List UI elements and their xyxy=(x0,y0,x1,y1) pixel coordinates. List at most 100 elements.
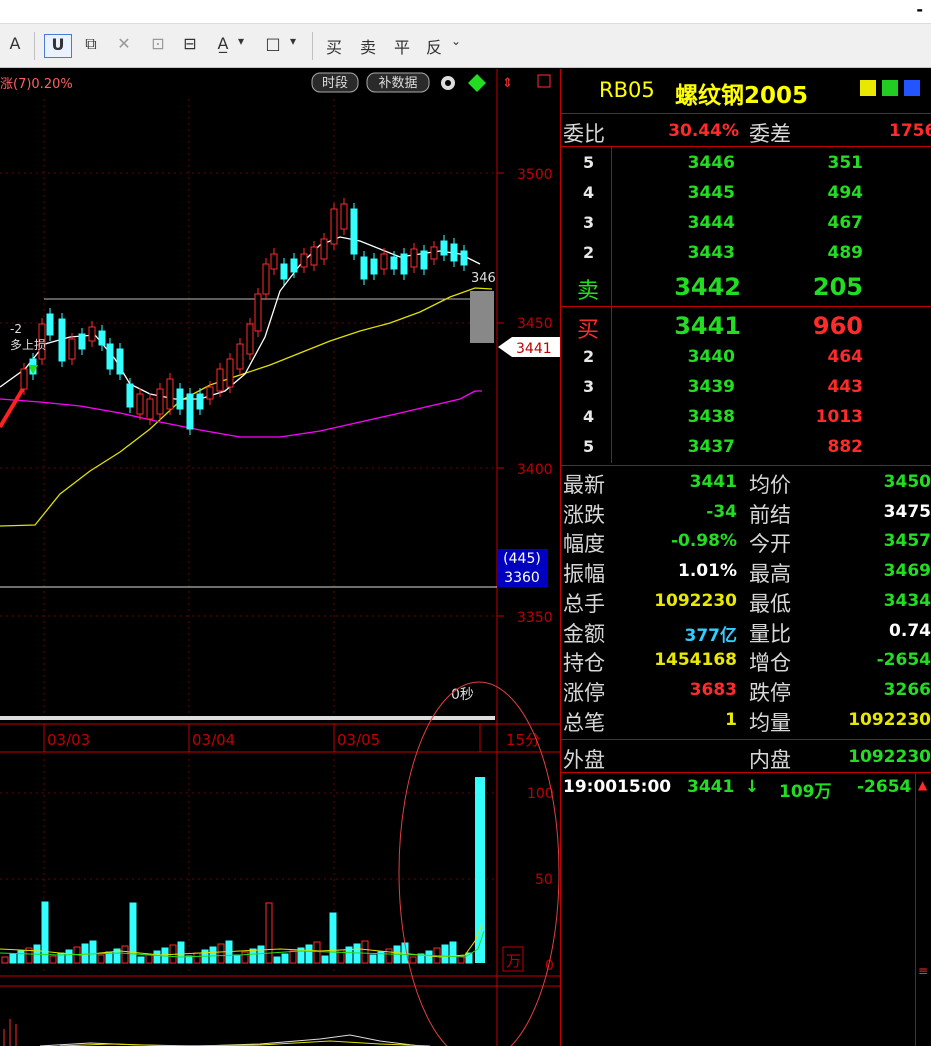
ask-price[interactable]: 3445 xyxy=(661,183,735,203)
indicator-line-yellow xyxy=(59,1040,431,1046)
diamond-icon[interactable] xyxy=(468,74,486,92)
volume-bar xyxy=(281,953,289,964)
stat-value: 1 xyxy=(725,710,737,730)
date-label: 03/04 xyxy=(192,731,235,749)
bid-level: 3 xyxy=(583,377,595,396)
volume-bar xyxy=(153,950,161,964)
candle-body xyxy=(390,256,398,270)
tick-scrollbar[interactable] xyxy=(915,773,931,1046)
text-tool-icon[interactable]: A xyxy=(6,34,24,58)
ask-price[interactable]: 3446 xyxy=(661,153,735,173)
underline-tool-icon[interactable]: U xyxy=(44,34,72,58)
inner-volume-label: 内盘 xyxy=(749,748,791,772)
candle-body xyxy=(310,246,318,266)
bid-qty: 882 xyxy=(827,437,864,457)
down-nav-icon[interactable] xyxy=(860,80,876,96)
candle-body xyxy=(20,368,28,390)
trash-icon[interactable]: ⊡ xyxy=(147,34,169,58)
scroll-up-icon[interactable]: ▲ xyxy=(918,778,927,792)
candle-body xyxy=(156,388,164,415)
candle-body xyxy=(206,386,214,400)
stat-value: 3266 xyxy=(883,680,931,700)
ma-line-magenta xyxy=(0,390,482,438)
candle-body xyxy=(78,333,86,350)
trend-arrow-line xyxy=(0,385,26,429)
divider xyxy=(561,772,931,773)
weibi-label: 委比 xyxy=(563,122,605,146)
stat-label: 最高 xyxy=(749,562,791,586)
scroll-thumb-icon[interactable]: ≡ xyxy=(918,964,928,978)
volume-bar xyxy=(369,954,377,964)
date-label: 03/05 xyxy=(337,731,380,749)
bid-price[interactable]: 3437 xyxy=(661,437,735,457)
reverse-button[interactable]: 反 xyxy=(422,34,446,58)
stat-label: 涨停 xyxy=(563,681,605,705)
stat-label: 总手 xyxy=(563,592,605,616)
candle-body xyxy=(236,343,244,370)
stat-value: 3683 xyxy=(689,680,737,700)
bid-level: 5 xyxy=(583,437,595,456)
lock-icon[interactable]: ⊟ xyxy=(179,34,201,58)
price-tick: 3500 xyxy=(517,167,553,183)
weicha-label: 委差 xyxy=(749,122,791,146)
volume-bar xyxy=(385,948,393,964)
candle-body xyxy=(98,330,106,346)
sell-button[interactable]: 卖 xyxy=(356,34,380,58)
volume-bar xyxy=(241,951,249,964)
stat-label: 跌停 xyxy=(749,681,791,705)
frame-dropdown-icon[interactable]: ▾ xyxy=(286,34,300,58)
ask1-label: 卖 xyxy=(577,279,600,304)
ask-price[interactable]: 3443 xyxy=(661,243,735,263)
bid1-label: 买 xyxy=(577,318,600,343)
price-tick: 3350 xyxy=(517,610,553,626)
close-position-button[interactable]: 平 xyxy=(390,34,414,58)
stat-label: 今开 xyxy=(749,532,791,556)
candle-body xyxy=(136,393,144,415)
current-price-label: 3441 xyxy=(516,341,552,357)
frame-tool-icon[interactable]: □ xyxy=(262,34,284,58)
candle-body xyxy=(330,208,338,245)
stat-value: -2654 xyxy=(876,650,931,670)
horizontal-scrollbar[interactable] xyxy=(0,716,495,720)
period-label[interactable]: 15分 xyxy=(506,731,540,749)
copy-tool-icon[interactable]: ⧉ xyxy=(80,34,102,58)
window-toggle-icon[interactable] xyxy=(537,74,551,88)
more-dropdown-icon[interactable]: ⌄ xyxy=(448,34,464,58)
switch-icon[interactable] xyxy=(882,80,898,96)
quote-panel: RB05 螺纹钢2005 委比 30.44% 委差 1756 5 3446 35… xyxy=(560,69,931,1046)
volume-bar xyxy=(305,944,313,964)
bid-price[interactable]: 3438 xyxy=(661,407,735,427)
ask1-price[interactable]: 3442 xyxy=(661,273,741,301)
buy-button[interactable]: 买 xyxy=(322,34,346,58)
candlestick-group xyxy=(20,198,494,435)
bid1-price[interactable]: 3441 xyxy=(661,312,741,340)
minimize-button[interactable]: - xyxy=(916,0,923,19)
volume-bar xyxy=(313,941,321,964)
up-nav-icon[interactable] xyxy=(904,80,920,96)
text-color-icon[interactable]: A̲ xyxy=(213,34,233,58)
candle-body xyxy=(440,240,448,256)
volume-bar xyxy=(217,943,225,964)
text-color-dropdown-icon[interactable]: ▾ xyxy=(234,34,248,58)
volume-bar xyxy=(137,956,145,964)
volume-bar xyxy=(97,954,105,964)
ask-price[interactable]: 3444 xyxy=(661,213,735,233)
candle-body xyxy=(450,243,458,262)
stat-label: 幅度 xyxy=(563,532,605,556)
bid-price[interactable]: 3440 xyxy=(661,347,735,367)
bid-qty: 464 xyxy=(827,347,864,367)
candle-body xyxy=(58,318,66,362)
delete-tool-icon[interactable]: ✕ xyxy=(114,34,134,58)
stat-label: 最新 xyxy=(563,473,605,497)
bid-price[interactable]: 3439 xyxy=(661,377,735,397)
chevron-updown-icon[interactable]: ⇕ xyxy=(502,76,513,91)
volume-bar xyxy=(475,777,485,963)
candle-body xyxy=(360,256,368,280)
candle-body xyxy=(116,348,124,375)
kline-chart-panel[interactable]: 涨(7)0.20% 时段 补数据 ⇕ 3500 3450 3400 3350 3… xyxy=(0,69,560,1046)
ask-level: 3 xyxy=(583,213,595,232)
candle-body xyxy=(196,393,204,410)
chart-header-text: 涨(7)0.20% xyxy=(0,77,73,92)
candle-body xyxy=(254,293,262,332)
volume-tick: 100 xyxy=(527,786,554,802)
